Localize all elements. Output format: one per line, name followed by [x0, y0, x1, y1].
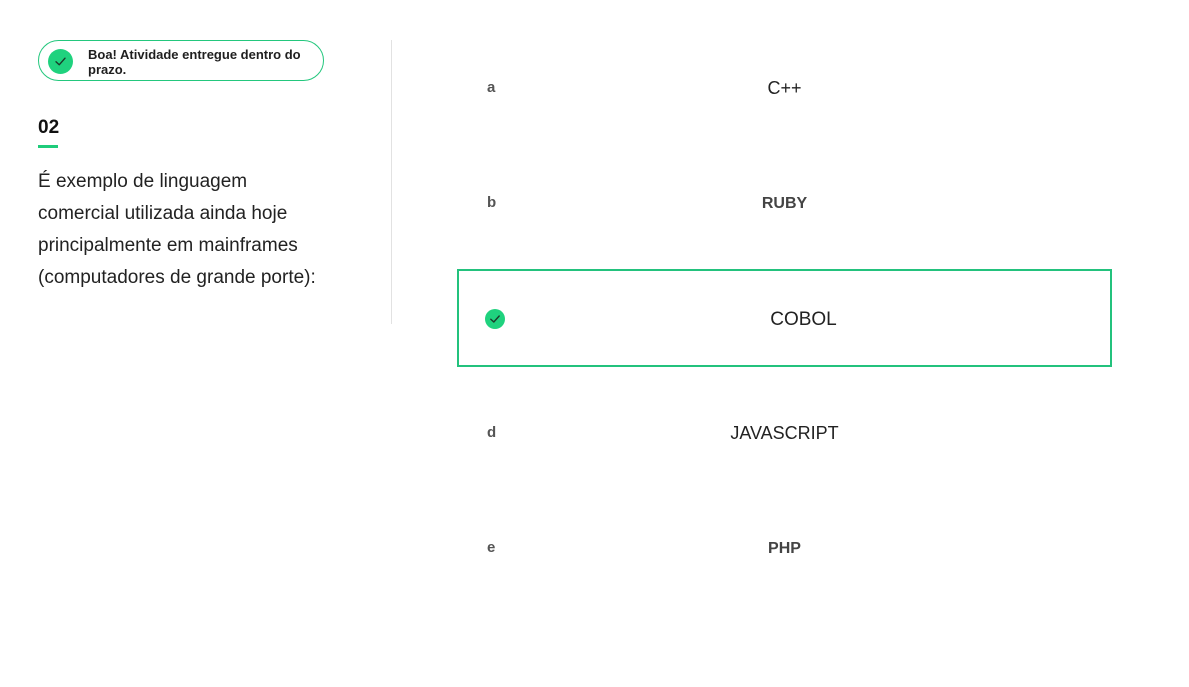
option-label: COBOL: [770, 309, 837, 330]
option-e[interactable]: e PHP: [457, 500, 1112, 598]
check-circle-icon: [48, 49, 73, 74]
option-label: RUBY: [761, 195, 808, 212]
option-label: C++: [767, 78, 802, 98]
option-d[interactable]: d JAVASCRIPT: [457, 385, 1112, 483]
option-c-selected[interactable]: COBOL: [457, 269, 1112, 367]
status-banner: Boa! Atividade entregue dentro do prazo.: [38, 40, 324, 81]
column-divider: [391, 40, 392, 324]
option-label: JAVASCRIPT: [730, 423, 839, 443]
status-message: Boa! Atividade entregue dentro do prazo.: [88, 47, 301, 77]
question-number: 02: [38, 117, 60, 138]
question-text: É exemplo de linguagem comercial utiliza…: [38, 171, 316, 288]
question-number-underline: [38, 145, 58, 148]
option-a[interactable]: a C++: [457, 40, 1112, 138]
option-label: PHP: [768, 540, 801, 557]
option-b[interactable]: b RUBY: [457, 155, 1112, 253]
